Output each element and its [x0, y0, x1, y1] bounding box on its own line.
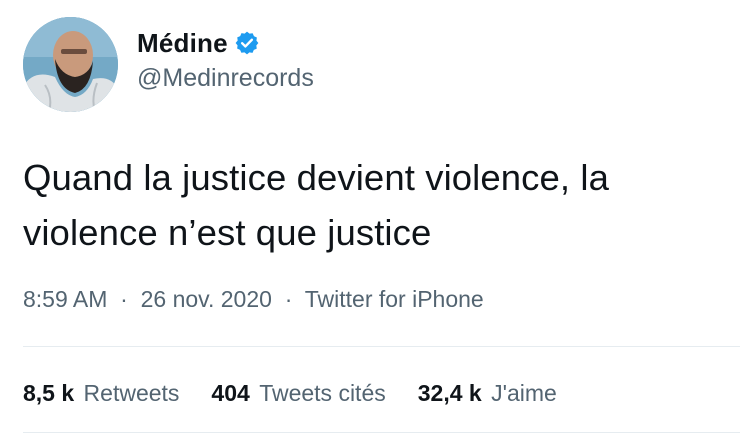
tweet-date[interactable]: 26 nov. 2020 [141, 286, 272, 312]
verified-badge-icon [234, 30, 260, 56]
likes-label: J'aime [491, 380, 557, 406]
tweet-text: Quand la justice devient violence, la vi… [23, 157, 610, 253]
tweet-time[interactable]: 8:59 AM [23, 286, 107, 312]
avatar[interactable] [23, 17, 118, 112]
divider [23, 432, 740, 433]
avatar-photo [23, 17, 118, 112]
quotes-label: Tweets cités [259, 380, 386, 406]
retweets-stat[interactable]: 8,5 k Retweets [23, 380, 179, 407]
retweets-label: Retweets [83, 380, 180, 406]
tweet-source[interactable]: Twitter for iPhone [305, 286, 484, 312]
meta-separator: · [278, 286, 299, 312]
quotes-count: 404 [211, 380, 250, 406]
likes-stat[interactable]: 32,4 k J'aime [418, 380, 557, 407]
tweet-stats: 8,5 k Retweets 404 Tweets cités 32,4 k J… [23, 380, 589, 407]
likes-count: 32,4 k [417, 380, 482, 406]
retweets-count: 8,5 k [23, 380, 75, 406]
divider [23, 346, 740, 347]
name-row: Médine [137, 26, 314, 60]
tweet-card: Médine @Medinrecords Quand la justice de… [0, 0, 740, 436]
meta-separator: · [113, 286, 135, 312]
author-name[interactable]: Médine [137, 28, 228, 59]
quotes-stat[interactable]: 404 Tweets cités [211, 380, 385, 407]
tweet-header: Médine @Medinrecords [137, 26, 314, 93]
author-handle[interactable]: @Medinrecords [137, 64, 314, 93]
tweet-meta: 8:59 AM · 26 nov. 2020 · Twitter for iPh… [23, 286, 484, 313]
